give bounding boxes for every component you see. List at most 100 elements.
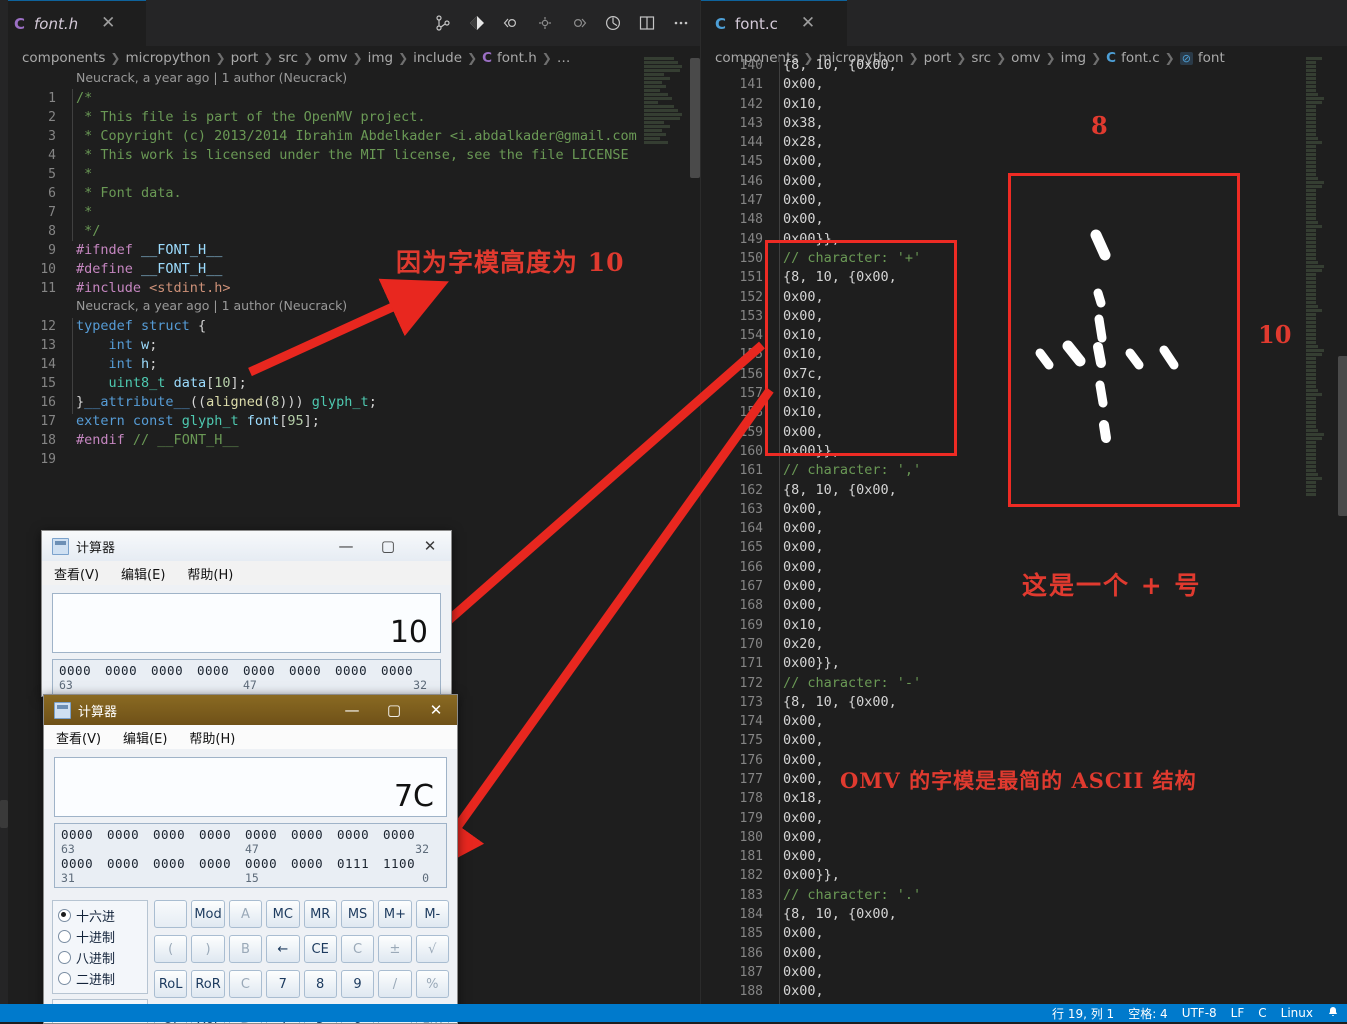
bit-grid[interactable]: 0000 0000 0000 0000 0000 0000 0000 0000 63 47 32 …	[52, 659, 441, 696]
code-line[interactable]: 142 0x10,	[701, 95, 1347, 114]
radix-option[interactable]: 八进制	[58, 947, 142, 968]
code-line[interactable]: 8 */	[0, 222, 700, 241]
close-icon[interactable]: ✕	[101, 15, 115, 32]
code-line[interactable]: 173 {8, 10, {0x00,	[701, 693, 1347, 712]
code-lens[interactable]: Neucrack, a year ago | 1 author (Neucrac…	[0, 70, 700, 89]
code-line[interactable]: 183 // character: '.'	[701, 886, 1347, 905]
status-eol[interactable]: LF	[1231, 1006, 1245, 1020]
bell-icon[interactable]	[1327, 1006, 1339, 1021]
bit-nibble[interactable]: 0000	[199, 856, 245, 871]
code-line[interactable]: 171 0x00}},	[701, 654, 1347, 673]
code-line[interactable]: 18 #endif // __FONT_H__	[0, 431, 700, 450]
close-icon[interactable]: ✕	[801, 15, 815, 32]
calculator-window-back[interactable]: 计算器 — ▢ ✕ 查看(V) 编辑(E) 帮助(H) 10 0000 0000 0…	[41, 530, 452, 697]
diff-icon[interactable]	[466, 12, 488, 34]
code-line[interactable]: 143 0x38,	[701, 114, 1347, 133]
go-to-next-change-icon[interactable]	[568, 12, 590, 34]
maximize-button[interactable]: ▢	[367, 531, 409, 561]
status-language-mode[interactable]: C	[1258, 1006, 1266, 1020]
bit-nibble[interactable]: 0000	[199, 827, 245, 842]
key-c[interactable]: C	[340, 935, 375, 964]
bit-nibble[interactable]: 0000	[291, 827, 337, 842]
code-line[interactable]: 3 * Copyright (c) 2013/2014 Ibrahim Abde…	[0, 127, 700, 146]
radio-button-icon[interactable]	[58, 909, 71, 922]
calculator-titlebar[interactable]: 计算器 — ▢ ✕	[44, 695, 457, 725]
code-line[interactable]: 170 0x20,	[701, 635, 1347, 654]
key-mc[interactable]: MC	[266, 900, 300, 928]
code-line[interactable]: 175 0x00,	[701, 731, 1347, 750]
tab-font-h[interactable]: C font.h ✕	[0, 0, 146, 46]
key-rol[interactable]: RoL	[154, 970, 188, 999]
code-line[interactable]: 144 0x28,	[701, 133, 1347, 152]
bit-nibble[interactable]: 0000	[335, 663, 381, 678]
breadcrumb-item[interactable]: port	[231, 50, 259, 66]
code-line[interactable]: 14 int h;	[0, 355, 700, 374]
key-_[interactable]: ←	[266, 935, 300, 964]
key-mod[interactable]: Mod	[191, 900, 225, 928]
code-line[interactable]: 169 0x10,	[701, 616, 1347, 635]
code-line[interactable]: 145 0x00,	[701, 152, 1347, 171]
status-cursor-position[interactable]: 行 19, 列 1	[1052, 1005, 1114, 1022]
bit-nibble[interactable]: 0000	[291, 856, 337, 871]
code-line[interactable]: 4 * This work is licensed under the MIT …	[0, 146, 700, 165]
key-ms[interactable]: MS	[340, 900, 375, 928]
scrollbar-right[interactable]	[1338, 56, 1347, 986]
key-8[interactable]: 8	[303, 970, 337, 999]
key-_[interactable]: √	[415, 935, 449, 964]
more-actions-icon[interactable]	[670, 12, 692, 34]
code-line[interactable]: 11 #include <stdint.h>	[0, 279, 700, 298]
code-line[interactable]: 141 0x00,	[701, 75, 1347, 94]
code-line[interactable]: 182 0x00}},	[701, 866, 1347, 885]
bit-nibble[interactable]: 0000	[153, 856, 199, 871]
scrollbar-thumb[interactable]	[1338, 356, 1347, 516]
code-line[interactable]: 5 *	[0, 165, 700, 184]
code-line[interactable]: 19	[0, 450, 700, 469]
code-line[interactable]: 13 int w;	[0, 336, 700, 355]
key-m+[interactable]: M+	[378, 900, 412, 928]
run-icon[interactable]	[602, 12, 624, 34]
bit-nibble[interactable]: 0000	[383, 827, 429, 842]
bit-nibble[interactable]: 0000	[59, 663, 105, 678]
bit-grid[interactable]: 0000 0000 0000 0000 0000 0000 0000 0000 63 47 32 …	[54, 823, 447, 888]
key-m-[interactable]: M-	[415, 900, 449, 928]
radio-button-icon[interactable]	[58, 930, 71, 943]
calculator-window-front[interactable]: 计算器 — ▢ ✕ 查看(V) 编辑(E) 帮助(H) 7C 0000 0000 0…	[43, 694, 458, 1024]
bit-nibble[interactable]: 0000	[381, 663, 427, 678]
key-a[interactable]: A	[228, 900, 263, 928]
calculator-display[interactable]: 7C	[54, 757, 447, 817]
code-line[interactable]: 187 0x00,	[701, 963, 1347, 982]
bit-nibble[interactable]: 0000	[107, 827, 153, 842]
close-button[interactable]: ✕	[415, 695, 457, 725]
breadcrumb-item[interactable]: …	[557, 50, 571, 66]
radix-option[interactable]: 十六进	[58, 905, 142, 926]
key-_[interactable]: /	[378, 970, 412, 999]
scrollbar-thumb[interactable]	[690, 58, 700, 178]
breadcrumb-item[interactable]: include	[413, 50, 462, 66]
radix-radio-group[interactable]: 十六进 十进制 八进制 二进制	[52, 900, 148, 994]
code-line[interactable]: 1 /*	[0, 89, 700, 108]
menu-edit[interactable]: 编辑(E)	[121, 564, 165, 583]
bit-nibble[interactable]: 0000	[107, 856, 153, 871]
code-line[interactable]: 12 typedef struct {	[0, 317, 700, 336]
key-9[interactable]: 9	[340, 970, 375, 999]
bit-row-high[interactable]: 0000 0000 0000 0000 0000 0000 0000 0000	[59, 663, 434, 678]
code-lens[interactable]: Neucrack, a year ago | 1 author (Neucrac…	[0, 298, 700, 317]
breadcrumb-item[interactable]: img	[368, 50, 393, 66]
bit-nibble[interactable]: 0000	[245, 827, 291, 842]
bit-nibble[interactable]: 0000	[153, 827, 199, 842]
key-ce[interactable]: CE	[303, 935, 337, 964]
radix-option[interactable]: 十进制	[58, 926, 142, 947]
status-remote-platform[interactable]: Linux	[1281, 1006, 1313, 1020]
key-c[interactable]: C	[228, 970, 263, 999]
bit-nibble[interactable]: 0111	[337, 856, 383, 871]
current-change-icon[interactable]	[534, 12, 556, 34]
key-ror[interactable]: RoR	[191, 970, 225, 999]
source-control-graph-icon[interactable]	[432, 12, 454, 34]
menu-help[interactable]: 帮助(H)	[189, 728, 235, 747]
code-line[interactable]: 185 0x00,	[701, 924, 1347, 943]
key-mr[interactable]: MR	[303, 900, 337, 928]
bit-row-high[interactable]: 0000 0000 0000 0000 0000 0000 0000 0000	[61, 827, 440, 842]
close-button[interactable]: ✕	[409, 531, 451, 561]
minimap-left[interactable]	[640, 56, 686, 456]
key-7[interactable]: 7	[266, 970, 300, 999]
